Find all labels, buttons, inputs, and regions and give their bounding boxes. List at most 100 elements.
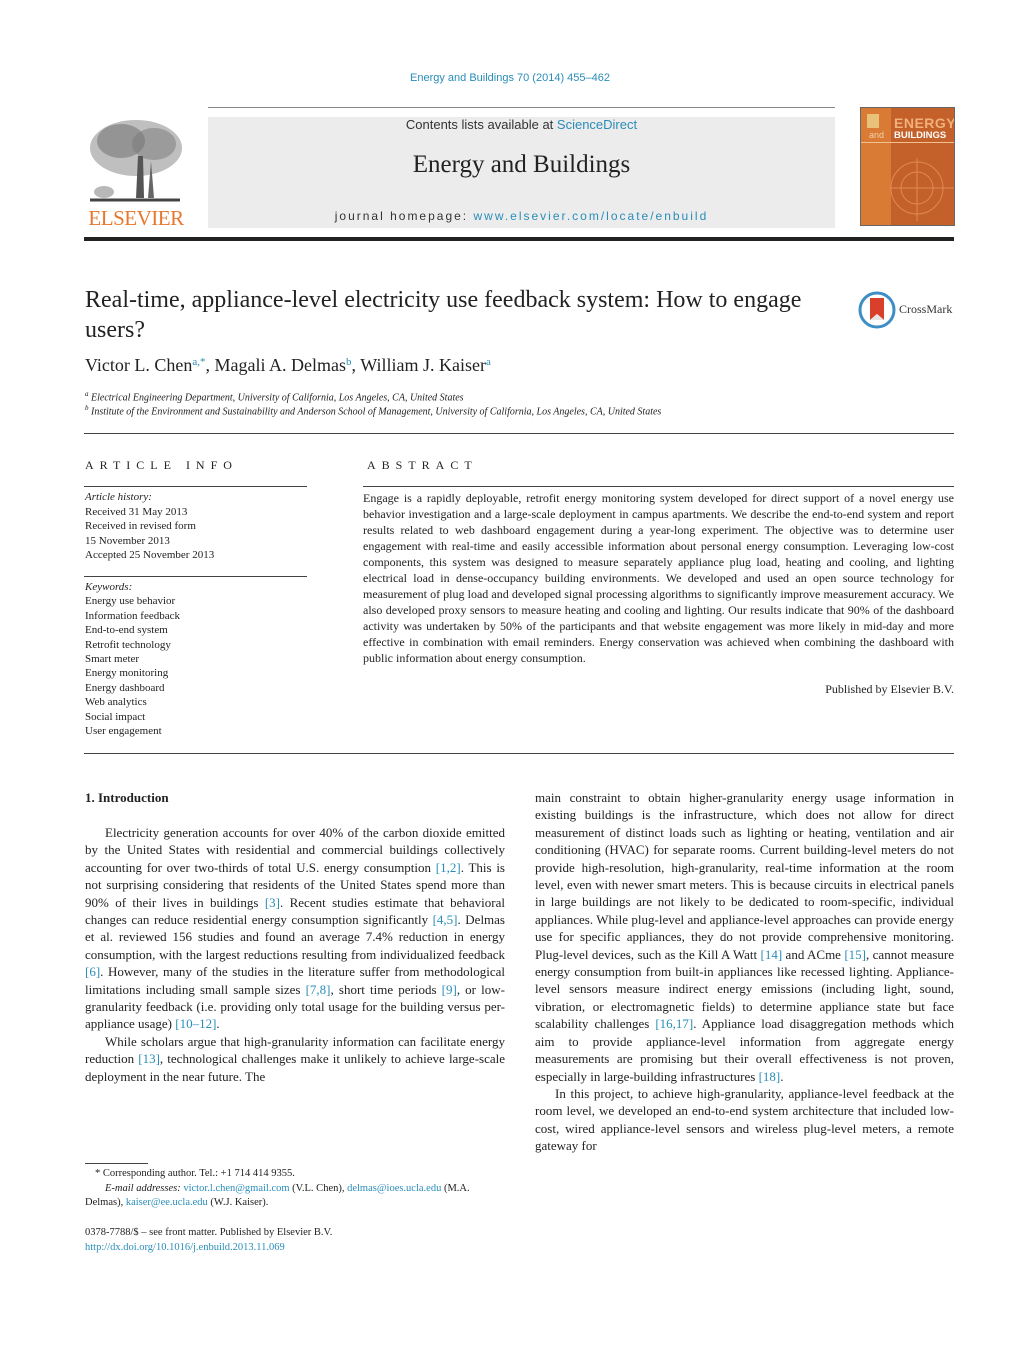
citation-link[interactable]: [16,17]: [655, 1016, 693, 1031]
keyword: User engagement: [85, 725, 162, 738]
keyword: End-to-end system: [85, 624, 168, 637]
elsevier-tree-icon: [86, 116, 184, 206]
crossmark-icon: [858, 291, 896, 329]
author-affiliation-mark[interactable]: a: [486, 356, 491, 368]
contents-line: Contents lists available at ScienceDirec…: [208, 117, 835, 132]
cover-title-line1: ENERGY: [894, 115, 955, 131]
homepage-link[interactable]: www.elsevier.com/locate/enbuild: [473, 209, 708, 223]
journal-cover-thumbnail[interactable]: ENERGY and BUILDINGS: [860, 107, 955, 226]
body-text: .: [216, 1016, 220, 1032]
elsevier-logo[interactable]: ELSEVIER: [84, 116, 188, 230]
keyword: Social impact: [85, 710, 146, 723]
body-text: main constraint to obtain higher-granula…: [535, 790, 954, 962]
affiliation: a Electrical Engineering Department, Uni…: [85, 390, 464, 403]
abstract-text: Engage is a rapidly deployable, retrofit…: [363, 491, 954, 665]
contents-prefix: Contents lists available at: [405, 117, 557, 132]
article-info-rule: [84, 486, 307, 487]
journal-header-band: Contents lists available at ScienceDirec…: [208, 117, 835, 228]
keywords-label: Keywords:: [85, 581, 133, 593]
issn-line: 0378-7788/$ – see front matter. Publishe…: [85, 1227, 333, 1238]
keyword: Energy monitoring: [85, 667, 169, 680]
cover-title-line2: BUILDINGS: [894, 130, 947, 141]
affiliation-text: Institute of the Environment and Sustain…: [91, 406, 662, 418]
citation-link[interactable]: [6]: [85, 964, 100, 979]
article-info-heading: ARTICLE INFO: [85, 458, 238, 472]
keywords-rule: [84, 576, 307, 577]
email-addresses: E-mail addresses: victor.l.chen@gmail.co…: [85, 1182, 505, 1211]
cover-divider: [861, 142, 954, 143]
footnotes: * Corresponding author. Tel.: +1 714 414…: [85, 1167, 505, 1211]
body-paragraph: While scholars argue that high-granulari…: [85, 1033, 505, 1085]
affiliation-key: a: [85, 390, 89, 398]
corresponding-author-note: * Corresponding author. Tel.: +1 714 414…: [95, 1168, 295, 1179]
body-text: and ACme: [782, 946, 845, 962]
cover-graphic-icon: [889, 158, 954, 221]
citation-link[interactable]: [13]: [138, 1051, 160, 1066]
body-text: In this project, to achieve high-granula…: [535, 1085, 954, 1154]
article-history: Article history: Received 31 May 2013 Re…: [85, 490, 214, 563]
keyword: Web analytics: [85, 696, 147, 709]
keyword: Energy use behavior: [85, 595, 176, 608]
affiliation: b Institute of the Environment and Susta…: [85, 404, 661, 417]
author-name[interactable]: William J. Kaiser: [360, 355, 486, 375]
author-name[interactable]: Victor L. Chen: [85, 355, 192, 375]
body-column-right: main constraint to obtain higher-granula…: [535, 789, 954, 1155]
cover-title-and: and: [869, 130, 885, 140]
author-name[interactable]: Magali A. Delmas: [215, 355, 346, 375]
journal-title: Energy and Buildings: [412, 151, 631, 178]
sciencedirect-link[interactable]: ScienceDirect: [557, 117, 637, 132]
keywords-list: Keywords: Energy use behavior Informatio…: [85, 580, 180, 738]
history-label: Article history:: [85, 491, 152, 503]
email-link[interactable]: delmas@ioes.ucla.edu: [347, 1183, 441, 1194]
keyword: Information feedback: [85, 609, 180, 622]
affiliation-text: Electrical Engineering Department, Unive…: [91, 392, 464, 404]
crossmark-button[interactable]: CrossMark: [858, 290, 958, 330]
footnote-rule: [85, 1163, 148, 1164]
article-title: Real-time, appliance-level electricity u…: [85, 287, 802, 343]
abstract-heading: ABSTRACT: [367, 458, 478, 472]
author-list: Victor L. Chena,*, Magali A. Delmasb, Wi…: [85, 355, 491, 375]
journal-homepage: journal homepage: www.elsevier.com/locat…: [208, 209, 835, 223]
history-item: 15 November 2013: [85, 534, 170, 547]
section-rule: [84, 753, 954, 754]
body-text: .: [780, 1068, 784, 1084]
history-item: Accepted 25 November 2013: [85, 549, 215, 561]
header-rule: [208, 107, 835, 108]
journal-citation[interactable]: Energy and Buildings 70 (2014) 455–462: [0, 72, 1020, 84]
email-link[interactable]: kaiser@ee.ucla.edu: [126, 1197, 208, 1208]
citation-link[interactable]: [3]: [265, 895, 280, 910]
citation-link[interactable]: [15]: [844, 947, 866, 962]
keyword: Smart meter: [85, 653, 140, 666]
doi-link[interactable]: http://dx.doi.org/10.1016/j.enbuild.2013…: [85, 1241, 332, 1256]
author-affiliation-mark[interactable]: b: [346, 356, 352, 368]
citation-link[interactable]: [4,5]: [433, 912, 458, 927]
body-column-left: Electricity generation accounts for over…: [85, 824, 505, 1085]
history-item: Received in revised form: [85, 520, 196, 532]
citation-link[interactable]: [9]: [442, 982, 457, 997]
elsevier-wordmark: ELSEVIER: [88, 206, 184, 230]
body-paragraph: main constraint to obtain higher-granula…: [535, 789, 954, 1085]
homepage-label: journal homepage:: [334, 209, 474, 223]
abstract-rule: [363, 486, 954, 487]
cover-badge: [867, 114, 879, 128]
email-link[interactable]: victor.l.chen@gmail.com: [183, 1183, 289, 1194]
affiliation-key: b: [85, 404, 89, 412]
body-paragraph: Electricity generation accounts for over…: [85, 824, 505, 1033]
keyword: Retrofit technology: [85, 638, 171, 651]
citation-link[interactable]: [1,2]: [436, 860, 461, 875]
author-affiliation-mark[interactable]: a,*: [192, 356, 205, 368]
citation-link[interactable]: [14]: [761, 947, 783, 962]
section-heading-introduction: 1. Introduction: [85, 790, 169, 805]
crossmark-label: CrossMark: [899, 302, 953, 316]
citation-link[interactable]: [7,8]: [306, 982, 331, 997]
citation-link[interactable]: [10–12]: [175, 1016, 216, 1031]
section-rule: [84, 433, 954, 434]
history-item: Received 31 May 2013: [85, 505, 188, 518]
citation-link[interactable]: [18]: [759, 1069, 781, 1084]
header-thick-rule: [84, 237, 954, 241]
keyword: Energy dashboard: [85, 681, 165, 694]
email-owner: (W.J. Kaiser).: [207, 1197, 269, 1208]
front-matter: 0378-7788/$ – see front matter. Publishe…: [85, 1226, 332, 1255]
email-label: E-mail addresses:: [105, 1182, 181, 1194]
body-text: , short time periods: [330, 981, 442, 997]
